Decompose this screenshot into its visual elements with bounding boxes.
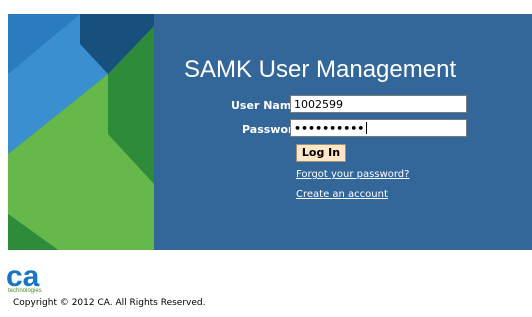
forgot-password-link[interactable]: Forgot your password? [296, 169, 409, 180]
login-page: SAMK User Management User Name: Password… [0, 0, 532, 317]
create-account-link[interactable]: Create an account [296, 189, 388, 200]
username-input[interactable] [290, 95, 467, 113]
app-title: SAMK User Management [184, 56, 457, 83]
login-button[interactable]: Log In [296, 144, 346, 162]
logo-subtext: technologies [8, 288, 42, 294]
copyright-text: Copyright © 2012 CA. All Rights Reserved… [13, 298, 206, 308]
decorative-artwork [8, 14, 154, 250]
text-cursor [366, 122, 367, 134]
login-banner: SAMK User Management User Name: Password… [8, 14, 532, 250]
password-input[interactable] [290, 119, 467, 137]
